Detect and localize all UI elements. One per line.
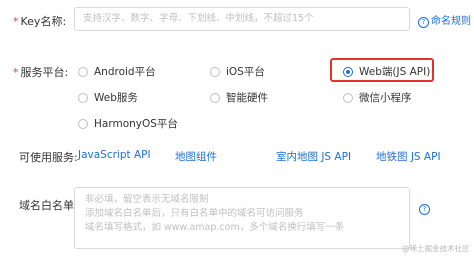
- key-name-input[interactable]: 支持汉字、数字、字母、下划线、中划线，不超过15个: [74, 7, 410, 31]
- radio-web-service[interactable]: Web服务: [78, 90, 138, 105]
- available-services-label: 可使用服务:: [19, 151, 78, 164]
- radio-web-js-api[interactable]: Web端(JS API): [343, 64, 430, 79]
- placeholder-line: 非必填，留空表示无域名限制: [85, 194, 209, 205]
- radio-wechat-miniprogram-label: 微信小程序: [359, 92, 412, 104]
- key-name-label-text: Key名称:: [20, 15, 67, 28]
- radio-web-service-label: Web服务: [94, 92, 138, 104]
- radio-circle: [210, 66, 220, 77]
- radio-circle: [78, 92, 88, 103]
- domain-whitelist-label: 域名白名单:: [19, 199, 78, 212]
- question-circle-icon: ?: [418, 17, 429, 28]
- watermark: @稀土掘金技术社区: [402, 244, 470, 253]
- key-name-label: * Key名称:: [13, 13, 66, 29]
- key-create-form: * Key名称: 支持汉字、数字、字母、下划线、中划线，不超过15个 ? 命名规则 …: [0, 0, 474, 260]
- question-circle-icon: ?: [419, 204, 430, 215]
- domain-whitelist-textarea[interactable]: 非必填，留空表示无域名限制 添加域名白名单后，只有白名单中的域名可访问服务 域名…: [74, 187, 410, 249]
- radio-android[interactable]: Android平台: [78, 64, 156, 79]
- radio-web-js-api-label: Web端(JS API): [359, 66, 431, 78]
- radio-circle-selected: [343, 66, 353, 77]
- radio-smart-hardware[interactable]: 智能硬件: [210, 90, 268, 105]
- placeholder-line: 添加域名白名单后，只有白名单中的域名可访问服务: [85, 208, 304, 219]
- radio-ios[interactable]: iOS平台: [210, 64, 265, 79]
- radio-circle: [343, 92, 353, 103]
- placeholder-line: 域名填写格式，如 www.amap.com，多个域名换行填写一条: [85, 222, 345, 233]
- indoor-map-js-api-link[interactable]: 室内地图 JS API: [276, 149, 351, 164]
- radio-circle: [78, 66, 88, 77]
- service-platform-label: * 服务平台:: [13, 64, 68, 80]
- naming-rules-text: 命名规则: [431, 16, 471, 27]
- radio-harmonyos[interactable]: HarmonyOS平台: [78, 116, 178, 131]
- subway-map-js-api-link[interactable]: 地铁图 JS API: [376, 149, 441, 164]
- radio-harmonyos-label: HarmonyOS平台: [94, 118, 178, 130]
- radio-circle: [78, 118, 88, 129]
- naming-rules-link[interactable]: ? 命名规则: [418, 12, 471, 28]
- javascript-api-link[interactable]: JavaScript API: [78, 149, 151, 161]
- map-components-link[interactable]: 地图组件: [175, 149, 217, 164]
- radio-ios-label: iOS平台: [226, 66, 265, 78]
- service-platform-label-text: 服务平台:: [20, 66, 69, 79]
- radio-wechat-miniprogram[interactable]: 微信小程序: [343, 90, 412, 105]
- radio-android-label: Android平台: [94, 66, 156, 78]
- radio-circle: [210, 92, 220, 103]
- domain-help-button[interactable]: ?: [419, 196, 432, 215]
- radio-smart-hardware-label: 智能硬件: [226, 92, 268, 104]
- required-asterisk: *: [13, 15, 19, 28]
- required-asterisk: *: [13, 66, 19, 79]
